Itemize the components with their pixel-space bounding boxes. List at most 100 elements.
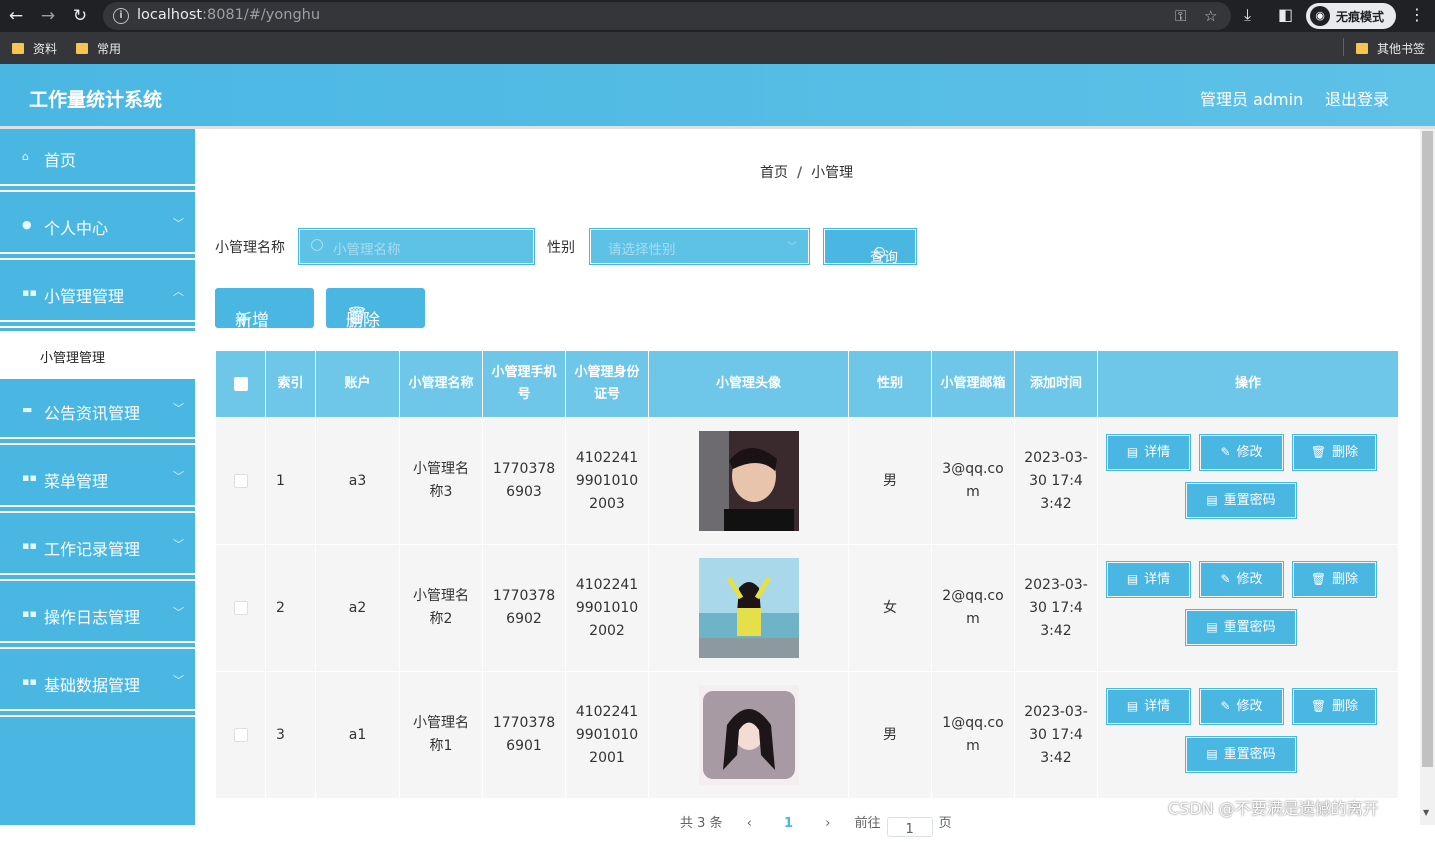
cell-gender: 女 — [848, 544, 932, 672]
sidepanel-icon[interactable]: ◧ — [1278, 5, 1293, 24]
user-icon: ● — [22, 218, 32, 231]
cell-name: 小管理名称2 — [399, 544, 483, 672]
delete-button[interactable]: 🗑 删除 — [1292, 688, 1377, 725]
sidebar-item-logs[interactable]: ▪▪ 操作日志管理 ﹀ — [0, 586, 195, 643]
forward-icon[interactable]: → — [38, 6, 58, 26]
cell-avatar — [648, 671, 849, 799]
reset-password-button[interactable]: ▤ 重置密码 — [1185, 482, 1297, 519]
page-number[interactable]: 1 — [784, 816, 793, 831]
pagination-total: 共 3 条 — [680, 816, 723, 831]
column-header: 小管理名称 — [399, 350, 483, 418]
sidebar-item-profile[interactable]: ● 个人中心 ﹀ — [0, 197, 195, 254]
prev-page-icon[interactable]: ‹ — [747, 816, 752, 831]
table-row: 1 a3 小管理名称3 17703786903 4102241990101020… — [215, 417, 1399, 545]
name-filter-label: 小管理名称 — [215, 240, 285, 256]
url-path: :8081/#/yonghu — [202, 7, 321, 23]
document-icon: ▤ — [1126, 572, 1139, 586]
site-info-icon[interactable]: i — [113, 8, 129, 24]
cell-index: 1 — [265, 417, 316, 545]
detail-button[interactable]: ▤ 详情 — [1106, 688, 1191, 725]
delete-button[interactable]: 🗑 删除 — [1292, 434, 1377, 471]
cell-ops: ▤ 详情 ✎ 修改 🗑 删除 ▤ 重置密码 — [1097, 417, 1399, 545]
avatar-image[interactable] — [698, 558, 799, 658]
reset-password-button[interactable]: ▤ 重置密码 — [1185, 609, 1297, 646]
menu-dots-icon[interactable]: ⋮ — [1409, 5, 1425, 24]
chevron-up-icon: ︿ — [173, 285, 184, 298]
admin-label: 管理员 admin — [1200, 90, 1304, 109]
grid-icon: ▪▪ — [22, 607, 37, 620]
avatar-image[interactable] — [698, 431, 799, 531]
add-button[interactable]: ＋ 新增 — [215, 288, 314, 331]
sidebar-item-home[interactable]: ⌂ 首页 — [0, 129, 195, 186]
briefcase-icon: ▬ — [22, 403, 33, 416]
gender-select[interactable]: 请选择性别 ﹀ — [589, 228, 810, 265]
cell-id-card: 410224199010102001 — [565, 671, 649, 799]
reset-password-button[interactable]: ▤ 重置密码 — [1185, 736, 1297, 773]
next-page-icon[interactable]: › — [825, 816, 830, 831]
column-header: 添加时间 — [1014, 350, 1098, 418]
sidebar-item-basic-data[interactable]: ▪▪ 基础数据管理 ﹀ — [0, 654, 195, 711]
logout-link[interactable]: 退出登录 — [1325, 86, 1389, 110]
goto-page-input[interactable]: 1 — [886, 817, 933, 837]
other-bookmarks[interactable]: 其他书签 — [1356, 40, 1425, 57]
bookmark-folder-1[interactable]: 资料 — [12, 40, 57, 57]
cell-time: 2023-03-30 17:43:42 — [1014, 417, 1098, 545]
key-icon[interactable]: ⚿ — [1175, 7, 1186, 25]
sidebar-item-work-records[interactable]: ▪▪ 工作记录管理 ﹀ — [0, 518, 195, 575]
address-bar[interactable]: i localhost:8081/#/yonghu ⚿ ☆ — [103, 2, 1231, 30]
column-header: 索引 — [265, 350, 316, 418]
bookmarks-divider — [1343, 38, 1344, 56]
row-checkbox[interactable] — [215, 671, 266, 799]
folder-icon — [76, 43, 88, 54]
name-search-input[interactable]: 小管理名称 — [298, 228, 535, 265]
breadcrumb-home[interactable]: 首页 — [760, 165, 788, 181]
query-button[interactable]: 查询 — [823, 228, 917, 266]
cell-account: a3 — [315, 417, 400, 545]
chevron-down-icon: ﹀ — [173, 470, 184, 483]
admin-table: 索引 账户 小管理名称 小管理手机号 小管理身份证号 小管理头像 性别 小管理邮… — [215, 350, 1399, 799]
chevron-down-icon: ﹀ — [787, 242, 797, 253]
chevron-down-icon: ﹀ — [173, 217, 184, 230]
column-header: 操作 — [1097, 350, 1399, 418]
sidebar-item-label: 工作记录管理 — [44, 540, 141, 559]
back-icon[interactable]: ← — [6, 6, 26, 26]
edit-button[interactable]: ✎ 修改 — [1199, 434, 1284, 471]
bookmark-folder-2[interactable]: 常用 — [76, 40, 121, 57]
sidebar-item-menu[interactable]: ▪▪ 菜单管理 ﹀ — [0, 450, 195, 507]
scroll-down-icon[interactable]: ▼ — [1423, 808, 1429, 817]
sidebar-item-news[interactable]: ▬ 公告资讯管理 ﹀ — [0, 382, 195, 439]
batch-delete-button[interactable]: 🗑 删除 — [326, 288, 425, 331]
edit-button[interactable]: ✎ 修改 — [1199, 561, 1284, 598]
row-checkbox[interactable] — [215, 417, 266, 545]
grid-icon: ▪▪ — [22, 471, 37, 484]
select-all-checkbox[interactable] — [215, 350, 266, 418]
cell-account: a1 — [315, 671, 400, 799]
download-icon[interactable]: ⤓ — [1244, 5, 1251, 25]
cell-phone: 17703786902 — [482, 544, 566, 672]
document-icon: ▤ — [1206, 493, 1218, 507]
table-row: 2 a2 小管理名称2 17703786902 4102241990101020… — [215, 544, 1399, 672]
cell-time: 2023-03-30 17:43:42 — [1014, 544, 1098, 672]
scrollbar-thumb[interactable] — [1422, 131, 1433, 767]
sidebar-item-admins[interactable]: ▪▪ 小管理管理 ︿ — [0, 265, 195, 322]
delete-button[interactable]: 🗑 删除 — [1292, 561, 1377, 598]
cell-phone: 17703786903 — [482, 417, 566, 545]
grid-icon: ▪▪ — [22, 539, 37, 552]
cell-gender: 男 — [848, 417, 932, 545]
cell-account: a2 — [315, 544, 400, 672]
avatar-image[interactable] — [698, 685, 799, 785]
cell-email: 3@qq.com — [931, 417, 1015, 545]
edit-button[interactable]: ✎ 修改 — [1199, 688, 1284, 725]
chevron-down-icon: ﹀ — [173, 402, 184, 415]
row-checkbox[interactable] — [215, 544, 266, 672]
search-icon — [874, 247, 885, 258]
detail-button[interactable]: ▤ 详情 — [1106, 434, 1191, 471]
folder-icon — [12, 43, 24, 54]
star-icon[interactable]: ☆ — [1204, 7, 1217, 25]
incognito-badge[interactable]: ◉ 无痕模式 — [1306, 3, 1396, 29]
document-icon: ▤ — [1126, 699, 1139, 713]
detail-button[interactable]: ▤ 详情 — [1106, 561, 1191, 598]
reload-icon[interactable]: ↻ — [70, 6, 90, 26]
bookmarks-bar: 资料 常用 其他书签 — [0, 32, 1435, 64]
sidebar-subitem-admins[interactable]: 小管理管理 — [0, 331, 195, 379]
